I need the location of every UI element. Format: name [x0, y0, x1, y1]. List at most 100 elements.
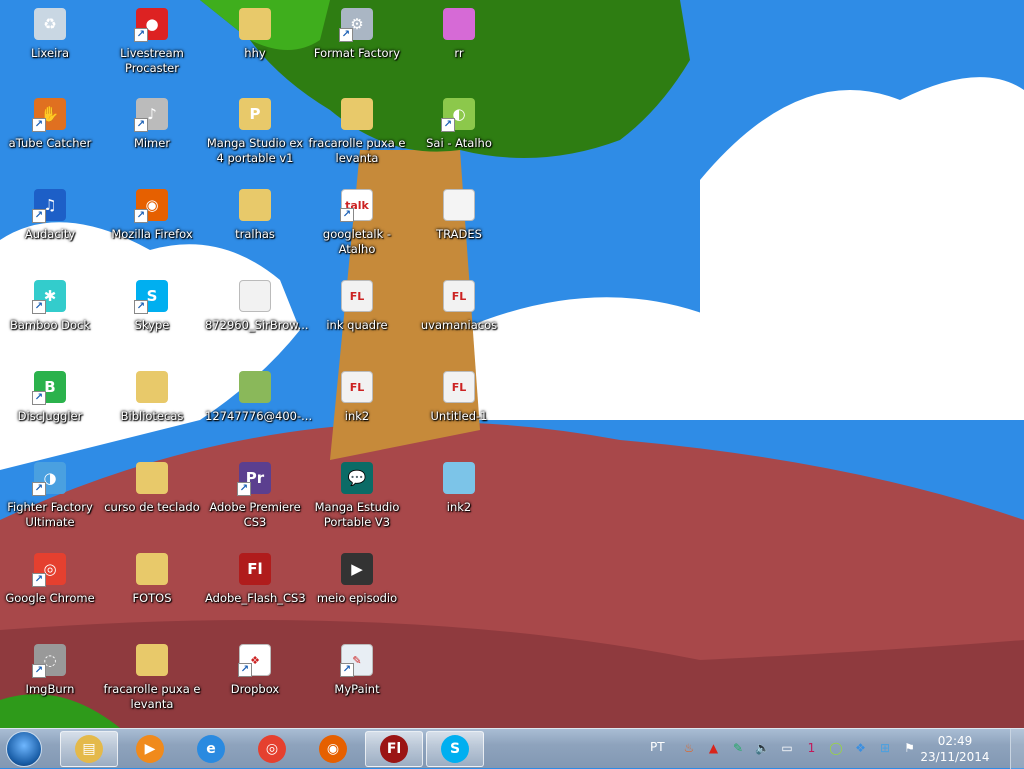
desktop-icon-folder-manga-studio[interactable]: P Manga Studio ex 4 portable v1 — [205, 98, 305, 166]
taskbar-button-adobe-flash[interactable]: Fl — [365, 731, 423, 767]
desktop-icon-dropbox[interactable]: ❖ ↗ Dropbox — [205, 644, 305, 697]
desktop-icon-label: ink2 — [344, 409, 370, 423]
desktop-icon-label: ink quadre — [326, 318, 388, 332]
warning-icon[interactable]: ▲ — [706, 740, 722, 756]
desktop-icon-label: meio episodio — [316, 591, 398, 605]
folder-tralhas-icon — [239, 189, 271, 221]
adobe-flash-icon: Fl — [380, 735, 408, 763]
desktop-icon-mimer[interactable]: ♪ ↗ Mimer — [102, 98, 202, 151]
shortcut-arrow-icon: ↗ — [32, 209, 46, 223]
bamboo-notification-icon[interactable]: 1 — [804, 740, 820, 756]
taskbar-button-windows-explorer[interactable]: ▤ — [60, 731, 118, 767]
desktop-icon-fla-ink-quadre[interactable]: FL ink quadre — [307, 280, 407, 333]
dropbox-icon: ❖ ↗ — [238, 644, 271, 677]
desktop-icon-label: hhy — [244, 46, 266, 60]
taskbar-button-internet-explorer[interactable]: e — [182, 731, 240, 767]
fighter-factory-ultimate-icon: ◑ ↗ — [32, 462, 66, 496]
livestream-procaster-icon: ● ↗ — [134, 8, 168, 42]
shortcut-arrow-icon: ↗ — [32, 573, 46, 587]
desktop-icon-fla-uvamaniacos[interactable]: FL uvamaniacos — [409, 280, 509, 333]
desktop-icon-mypaint[interactable]: ✎ ↗ MyPaint — [307, 644, 407, 697]
desktop-icon-image-872960[interactable]: 872960_SirBrow... — [205, 280, 309, 333]
desktop-icon-label: 12747776@400-... — [205, 409, 313, 423]
desktop-icon-folder-fotos[interactable]: FOTOS — [102, 553, 202, 606]
shortcut-arrow-icon: ↗ — [134, 300, 148, 314]
desktop-icon-fla-ink2[interactable]: FL ink2 — [307, 371, 407, 424]
desktop-icon-mozilla-firefox[interactable]: ◉ ↗ Mozilla Firefox — [102, 189, 202, 242]
desktop-icon-image-rr[interactable]: rr — [409, 8, 509, 61]
volume-icon[interactable]: 🔈 — [755, 740, 771, 756]
desktop-icon-image-ink2[interactable]: ink2 — [409, 462, 509, 515]
desktop-icon-image-12747776[interactable]: 12747776@400-... — [205, 371, 313, 424]
desktop-icon-label: Bibliotecas — [120, 409, 184, 423]
desktop-icon-label: ink2 — [446, 500, 472, 514]
desktop-icon-format-factory[interactable]: ⚙ ↗ Format Factory — [307, 8, 407, 61]
mozilla-firefox-icon: ◉ — [319, 735, 347, 763]
atube-catcher-icon: ✋ ↗ — [32, 98, 66, 132]
clock[interactable]: 02:49 23/11/2014 — [920, 733, 990, 765]
desktop-icon-folder-curso-de-teclado[interactable]: curso de teclado — [102, 462, 202, 515]
taskbar-button-google-chrome[interactable]: ◎ — [243, 731, 301, 767]
shortcut-arrow-icon: ↗ — [441, 118, 455, 132]
fla-uvamaniacos-icon: FL — [443, 280, 475, 312]
skype-icon: S ↗ — [134, 280, 168, 314]
dropbox-icon[interactable]: ❖ — [853, 740, 869, 756]
shortcut-arrow-icon: ↗ — [340, 208, 354, 222]
desktop-icon-skype[interactable]: S ↗ Skype — [102, 280, 202, 333]
desktop-icon-google-chrome[interactable]: ◎ ↗ Google Chrome — [0, 553, 100, 606]
desktop-icon-text-trades[interactable]: TRADES — [409, 189, 509, 242]
start-button[interactable] — [6, 731, 42, 767]
desktop-icon-label: Adobe Premiere CS3 — [209, 500, 301, 529]
desktop-icon-googletalk-shortcut[interactable]: talk ↗ googletalk - Atalho — [307, 189, 407, 257]
desktop-icon-label: rr — [454, 46, 464, 60]
desktop-icon-recycle-bin[interactable]: ♻ Lixeira — [0, 8, 100, 61]
fla-untitled-1-icon: FL — [443, 371, 475, 403]
action-center-flag-icon[interactable]: ⚑ — [902, 740, 918, 756]
network-icon[interactable]: ▭ — [779, 740, 795, 756]
desktop-icon-folder-fracarolle[interactable]: fracarolle puxa e levanta — [102, 644, 202, 712]
desktop-icon-adobe-premiere-cs3[interactable]: Pr ↗ Adobe Premiere CS3 — [205, 462, 305, 530]
google-chrome-icon: ◎ — [258, 735, 286, 763]
taskbar-button-skype[interactable]: S — [426, 731, 484, 767]
taskbar-button-mozilla-firefox[interactable]: ◉ — [304, 731, 362, 767]
desktop-icon-label: Lixeira — [30, 46, 70, 60]
google-chrome-icon: ◎ ↗ — [32, 553, 66, 587]
shortcut-arrow-icon: ↗ — [32, 300, 46, 314]
desktop-icon-folder-tralhas[interactable]: tralhas — [205, 189, 305, 242]
desktop-icon-zip-fracarolle[interactable]: fracarolle puxa e levanta — [307, 98, 407, 166]
internet-explorer-icon: e — [197, 735, 225, 763]
show-desktop-button[interactable] — [1010, 729, 1024, 769]
desktop-icon-label: Bamboo Dock — [9, 318, 91, 332]
language-indicator[interactable]: PT — [650, 740, 665, 754]
desktop-icon-livestream-procaster[interactable]: ● ↗ Livestream Procaster — [102, 8, 202, 76]
desktop-icon-manga-estudio-portable[interactable]: 💬 Manga Estudio Portable V3 — [307, 462, 407, 530]
desktop-icon-bamboo-dock[interactable]: ✱ ↗ Bamboo Dock — [0, 280, 100, 333]
shortcut-arrow-icon: ↗ — [134, 28, 148, 42]
java-update-icon[interactable]: ♨ — [681, 740, 697, 756]
desktop-icon-label: Audacity — [24, 227, 76, 241]
desktop-icon-audacity[interactable]: ♫ ↗ Audacity — [0, 189, 100, 242]
image-12747776-icon — [239, 371, 271, 403]
shortcut-arrow-icon: ↗ — [339, 28, 353, 42]
desktop-icon-fla-untitled-1[interactable]: FL Untitled-1 — [409, 371, 509, 424]
desktop-icon-sai-shortcut[interactable]: ◐ ↗ Sai - Atalho — [409, 98, 509, 151]
image-rr-icon — [443, 8, 475, 40]
desktop-icon-fighter-factory-ultimate[interactable]: ◑ ↗ Fighter Factory Ultimate — [0, 462, 100, 530]
desktop-icon-folder-hhy[interactable]: hhy — [205, 8, 305, 61]
fla-ink-quadre-icon: FL — [341, 280, 373, 312]
desktop-icon-video-meio-episodio[interactable]: ▶ meio episodio — [307, 553, 407, 606]
windows-update-icon[interactable]: ⊞ — [877, 740, 893, 756]
desktop-icon-atube-catcher[interactable]: ✋ ↗ aTube Catcher — [0, 98, 100, 151]
tablet-pen-icon[interactable]: ✎ — [730, 740, 746, 756]
mimer-icon: ♪ ↗ — [134, 98, 168, 132]
taskbar-button-windows-media-player[interactable]: ▶ — [121, 731, 179, 767]
desktop-icon-label: Dropbox — [230, 682, 280, 696]
desktop-icon-adobe-flash-cs3-installer[interactable]: Fl Adobe_Flash_CS3 — [205, 553, 306, 606]
adobe-premiere-cs3-icon: Pr ↗ — [237, 462, 271, 496]
windows-explorer-icon: ▤ — [75, 735, 103, 763]
desktop-icon-imgburn[interactable]: ◌ ↗ ImgBurn — [0, 644, 100, 697]
desktop-icon-discjuggler[interactable]: B ↗ DiscJuggler — [0, 371, 100, 424]
shortcut-arrow-icon: ↗ — [32, 118, 46, 132]
desktop-icon-folder-bibliotecas[interactable]: Bibliotecas — [102, 371, 202, 424]
lime-icon[interactable]: ◯ — [828, 740, 844, 756]
